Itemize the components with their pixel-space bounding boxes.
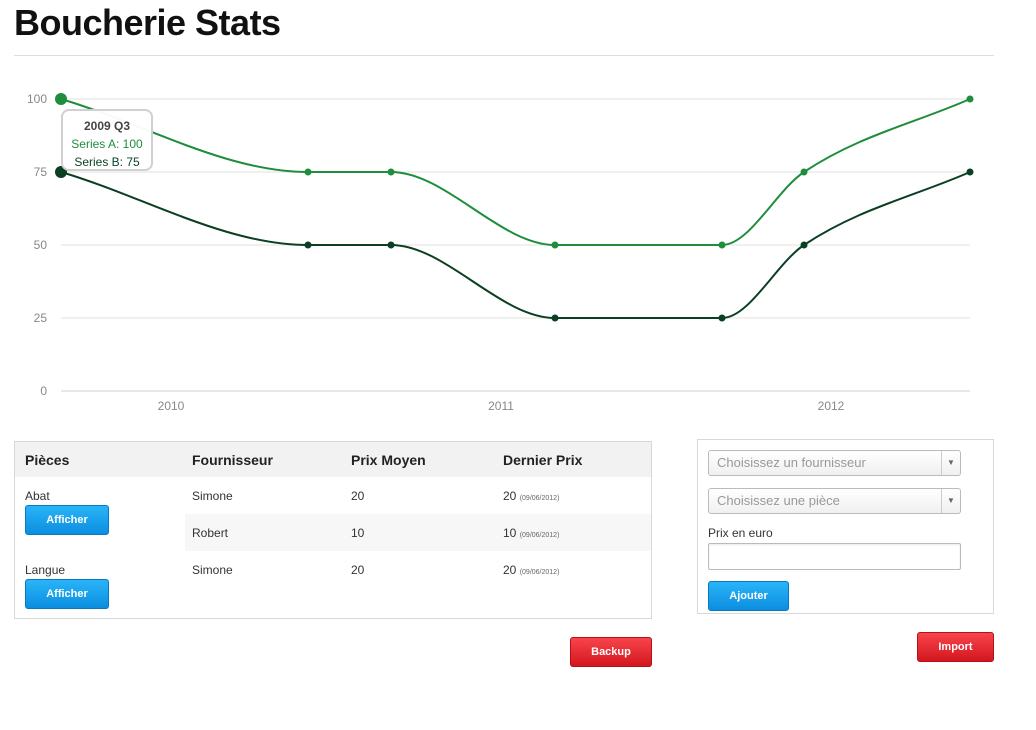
piece-select-placeholder: Choisissez une pièce: [717, 493, 840, 508]
afficher-langue-button[interactable]: Afficher: [25, 579, 109, 609]
table-cell-prix-moyen: 20: [351, 563, 365, 577]
table-cell-dernier-prix: 20 (09/06/2012): [503, 563, 559, 577]
table-cell-dernier-prix: 10 (09/06/2012): [503, 526, 559, 540]
table-cell-prix-moyen: 10: [351, 526, 365, 540]
chevron-down-icon: ▼: [941, 451, 960, 475]
prix-input[interactable]: [708, 543, 961, 570]
dernier-prix-value: 20: [503, 563, 517, 577]
dernier-prix-date: (09/06/2012): [519, 495, 560, 502]
table-cell-prix-moyen: 20: [351, 489, 365, 503]
prix-label: Prix en euro: [708, 526, 773, 540]
y-tick-label: 100: [27, 92, 47, 106]
ajouter-button[interactable]: Ajouter: [708, 581, 789, 611]
header-dernier-prix: Dernier Prix: [503, 452, 583, 468]
chart-tooltip: 2009 Q3 Series A: 100 Series B: 75: [61, 109, 153, 171]
chevron-down-icon: ▼: [941, 489, 960, 513]
data-point-a[interactable]: [55, 93, 67, 105]
data-point-b[interactable]: [551, 314, 559, 322]
data-point-a[interactable]: [387, 168, 395, 176]
data-point-a[interactable]: [800, 168, 808, 176]
x-tick-label: 2010: [158, 399, 185, 413]
data-point-b[interactable]: [304, 241, 312, 249]
table-cell-fournisseur: Simone: [192, 489, 233, 503]
y-tick-label: 0: [40, 384, 47, 398]
data-point-b[interactable]: [718, 314, 726, 322]
data-point-a[interactable]: [966, 95, 974, 103]
piece-label-langue: Langue: [25, 563, 66, 577]
dernier-prix-date: (09/06/2012): [519, 532, 560, 539]
x-tick-label: 2011: [488, 399, 514, 413]
fournisseur-select[interactable]: Choisissez un fournisseur ▼: [708, 450, 961, 476]
table-cell-fournisseur: Simone: [192, 563, 233, 577]
header-fournisseur: Fournisseur: [192, 452, 273, 468]
y-tick-label: 75: [34, 165, 48, 179]
table-header: Pièces Fournisseur Prix Moyen Dernier Pr…: [15, 442, 651, 477]
x-tick-label: 2012: [818, 399, 845, 413]
data-point-b[interactable]: [387, 241, 395, 249]
dernier-prix-value: 10: [503, 526, 517, 540]
piece-label-abat: Abat: [25, 489, 50, 503]
tooltip-title: 2009 Q3: [83, 119, 131, 133]
data-point-b[interactable]: [966, 168, 974, 176]
dernier-prix-date: (09/06/2012): [519, 569, 560, 576]
header-pieces: Pièces: [25, 452, 70, 468]
prices-table: Pièces Fournisseur Prix Moyen Dernier Pr…: [14, 441, 652, 619]
tooltip-series-b: Series B: 75: [74, 155, 140, 169]
data-point-a[interactable]: [718, 241, 726, 249]
fournisseur-select-placeholder: Choisissez un fournisseur: [717, 455, 866, 470]
y-tick-label: 50: [34, 238, 48, 252]
backup-button[interactable]: Backup: [570, 637, 652, 667]
header-prix-moyen: Prix Moyen: [351, 452, 426, 468]
tooltip-series-a: Series A: 100: [71, 137, 143, 151]
table-cell-fournisseur: Robert: [192, 526, 229, 540]
title-divider: [14, 55, 994, 56]
page-title: Boucherie Stats: [14, 2, 281, 43]
data-point-a[interactable]: [551, 241, 559, 249]
add-price-form: Choisissez un fournisseur ▼ Choisissez u…: [697, 439, 994, 614]
dernier-prix-value: 20: [503, 489, 517, 503]
line-chart: 0 25 50 75 100 2010 2011 2012: [27, 92, 974, 413]
piece-select[interactable]: Choisissez une pièce ▼: [708, 488, 961, 514]
y-tick-label: 25: [34, 311, 48, 325]
afficher-abat-button[interactable]: Afficher: [25, 505, 109, 535]
data-point-a[interactable]: [304, 168, 312, 176]
table-row-stripe: [185, 514, 651, 551]
table-cell-dernier-prix: 20 (09/06/2012): [503, 489, 559, 503]
import-button[interactable]: Import: [917, 632, 994, 662]
data-point-b[interactable]: [800, 241, 808, 249]
